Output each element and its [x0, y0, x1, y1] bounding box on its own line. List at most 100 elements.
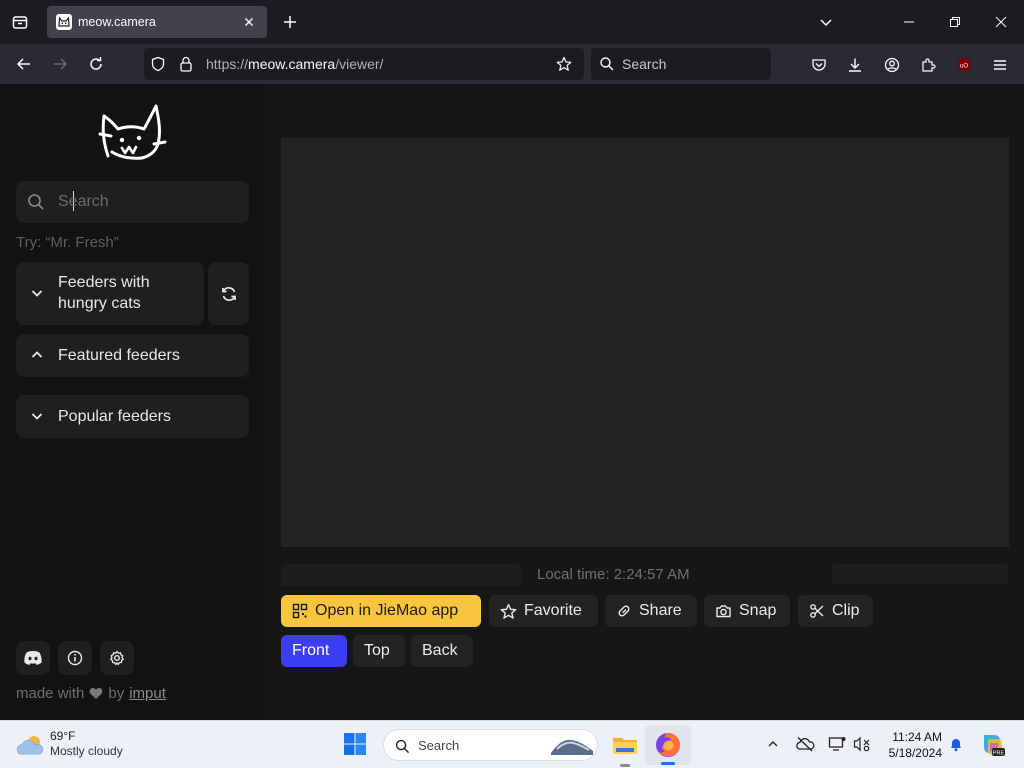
pocket-icon[interactable]	[808, 54, 830, 76]
qr-code-icon	[292, 603, 308, 619]
chevron-down-icon	[30, 409, 44, 423]
favorite-button[interactable]: Favorite	[489, 595, 598, 627]
extensions-icon[interactable]	[917, 54, 939, 76]
search-highlight-icon	[549, 733, 595, 757]
discord-icon	[23, 650, 43, 666]
discord-button[interactable]	[16, 641, 50, 675]
made-with-credit: made with by imput	[16, 685, 166, 702]
info-icon	[67, 650, 83, 666]
browser-search-box[interactable]: Search	[591, 48, 771, 80]
restore-icon[interactable]	[943, 10, 967, 34]
browser-search-placeholder: Search	[622, 56, 667, 72]
onedrive-offline-icon[interactable]	[795, 735, 815, 753]
search-hint: Try: “Mr. Fresh”	[16, 234, 119, 251]
taskbar-search[interactable]: Search	[383, 729, 598, 761]
section-popular-feeders[interactable]: Popular feeders	[16, 395, 249, 438]
scissors-icon	[809, 603, 825, 619]
camera-front-button[interactable]: Front	[281, 635, 347, 667]
svg-text:PRE: PRE	[993, 750, 1005, 756]
browser-tab[interactable]: meow.camera	[47, 6, 267, 38]
reload-icon[interactable]	[84, 52, 108, 76]
feeder-status-placeholder-bar	[832, 564, 1008, 584]
weather-widget[interactable]: 69°F Mostly cloudy	[50, 729, 123, 759]
info-button[interactable]	[58, 641, 92, 675]
menu-hamburger-icon[interactable]	[989, 54, 1011, 76]
list-all-tabs-icon[interactable]	[814, 10, 838, 34]
display-icon[interactable]	[827, 735, 847, 753]
settings-button[interactable]	[100, 641, 134, 675]
camera-video-player[interactable]	[281, 138, 1009, 547]
section-feeders-hungry-cats[interactable]: Feeders with hungry cats	[16, 262, 204, 325]
gear-icon	[109, 650, 125, 666]
account-icon[interactable]	[881, 54, 903, 76]
share-label: Share	[639, 602, 682, 619]
search-icon	[394, 738, 410, 754]
copilot-pre-icon[interactable]: PRE	[978, 731, 1006, 759]
tab-list-icon[interactable]	[8, 10, 32, 34]
clip-button[interactable]: Clip	[798, 595, 873, 627]
star-icon	[500, 603, 517, 620]
search-icon	[599, 56, 615, 72]
tab-close-icon[interactable]	[241, 14, 257, 30]
windows-start-icon[interactable]	[343, 732, 369, 758]
url-bar[interactable]: https://meow.camera/viewer/	[144, 48, 584, 80]
by-text: by	[108, 685, 125, 702]
chevron-up-icon	[30, 348, 44, 362]
minimize-icon[interactable]	[897, 10, 921, 34]
feeder-search-input[interactable]: Search	[16, 181, 249, 223]
section-label: Featured feeders	[58, 347, 180, 364]
network-volume-icon[interactable]	[852, 735, 872, 753]
forward-arrow-icon[interactable]	[48, 52, 72, 76]
open-in-app-button[interactable]: Open in JieMao app	[281, 595, 481, 627]
clock-date: 5/18/2024	[888, 746, 942, 760]
snap-button[interactable]: Snap	[704, 595, 790, 627]
explorer-running-indicator	[620, 764, 630, 767]
camera-back-button[interactable]: Back	[411, 635, 473, 667]
chevron-down-icon	[30, 286, 44, 300]
url-text[interactable]: https://meow.camera/viewer/	[206, 56, 383, 72]
cat-favicon-icon	[56, 14, 72, 30]
bookmark-star-icon[interactable]	[556, 56, 572, 72]
file-explorer-icon[interactable]	[611, 731, 639, 759]
open-in-app-label: Open in JieMao app	[315, 602, 459, 619]
meow-camera-logo-icon[interactable]	[98, 102, 168, 164]
clip-label: Clip	[832, 602, 860, 619]
downloads-icon[interactable]	[844, 54, 866, 76]
firefox-taskbar-button[interactable]	[645, 725, 691, 765]
window-close-icon[interactable]	[989, 10, 1013, 34]
top-label: Top	[364, 642, 390, 659]
shield-icon[interactable]	[150, 56, 166, 72]
svg-text:uO: uO	[960, 64, 968, 70]
windows-taskbar: 69°F Mostly cloudy Search 11:24 AM 5/18/…	[0, 720, 1024, 768]
back-arrow-icon[interactable]	[12, 52, 36, 76]
snap-label: Snap	[739, 602, 777, 619]
browser-navbar: https://meow.camera/viewer/ Search uO	[0, 44, 1024, 84]
front-label: Front	[292, 642, 330, 659]
notification-bell-icon[interactable]	[947, 735, 965, 753]
url-prefix: https://	[206, 56, 249, 72]
link-icon	[616, 603, 632, 619]
url-host: meow.camera	[248, 56, 336, 72]
imput-link[interactable]: imput	[129, 685, 166, 702]
share-button[interactable]: Share	[605, 595, 697, 627]
weather-temp: 69°F	[50, 729, 76, 743]
camera-top-button[interactable]: Top	[353, 635, 405, 667]
new-tab-icon[interactable]	[278, 10, 302, 34]
section-featured-feeders[interactable]: Featured feeders	[16, 334, 249, 377]
refresh-button[interactable]	[208, 262, 249, 325]
taskbar-search-placeholder: Search	[418, 738, 460, 753]
favorite-label: Favorite	[524, 602, 582, 619]
section-label: Popular feeders	[58, 408, 171, 425]
camera-icon	[715, 603, 732, 619]
weather-cloud-icon[interactable]	[14, 731, 46, 759]
local-time: Local time: 2:24:57 AM	[537, 566, 690, 583]
viewer-main: Local time: 2:24:57 AM Open in JieMao ap…	[265, 84, 1024, 720]
search-icon	[27, 193, 45, 211]
show-hidden-icons-chevron-up-icon[interactable]	[764, 735, 782, 753]
ublock-origin-icon[interactable]: uO	[953, 54, 975, 76]
url-path: /viewer/	[335, 56, 384, 72]
taskbar-clock[interactable]: 11:24 AM 5/18/2024	[880, 729, 942, 761]
sidebar: Search Try: “Mr. Fresh” Feeders with hun…	[0, 84, 265, 720]
back-label: Back	[422, 642, 458, 659]
lock-icon[interactable]	[178, 56, 194, 72]
